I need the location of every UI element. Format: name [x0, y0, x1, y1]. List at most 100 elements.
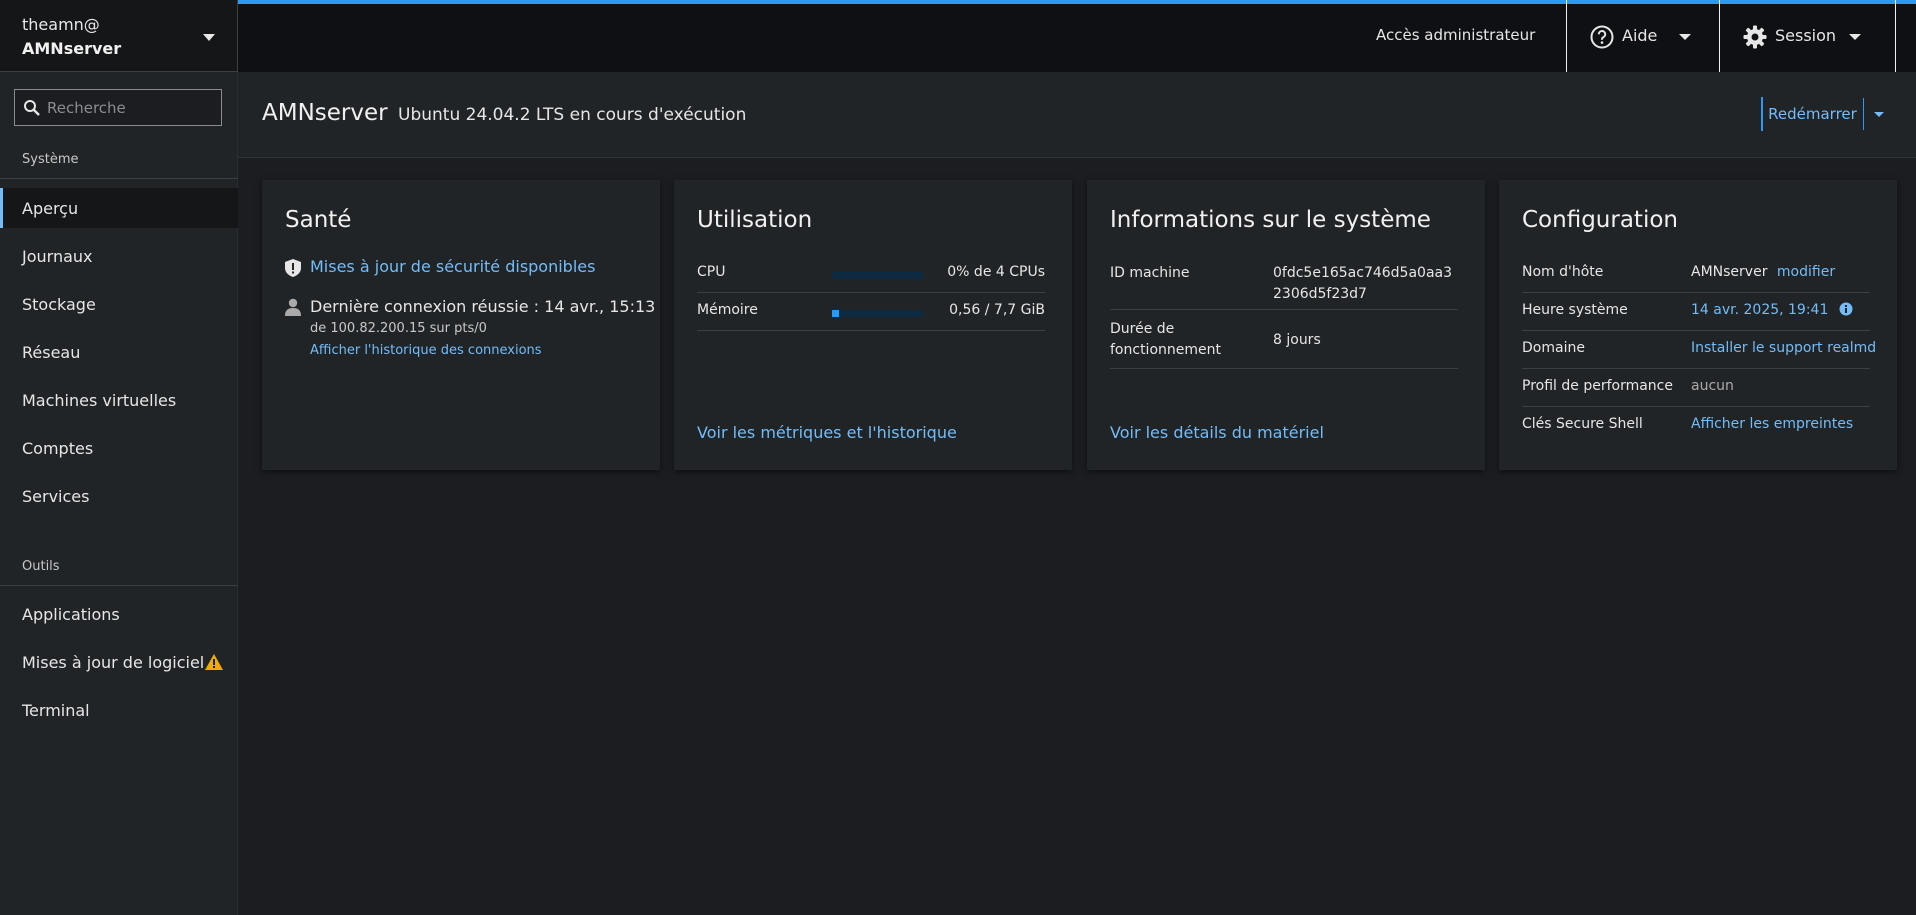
page-subtitle: Ubuntu 24.04.2 LTS en cours d'exécution: [398, 105, 747, 125]
restart-button-group: Redémarrer: [1761, 97, 1884, 131]
sidebar-item-machines-virtuelles[interactable]: Machines virtuelles: [0, 380, 238, 420]
usage-row-cpu: CPU 0% de 4 CPUs: [697, 255, 1045, 293]
sidebar-item-services[interactable]: Services: [0, 476, 238, 516]
last-login-text: Dernière connexion réussie : 14 avr., 15…: [310, 297, 656, 316]
sidebar-item-label: Réseau: [22, 343, 81, 362]
memory-progress-fill: [832, 310, 839, 317]
health-card: Santé Mises à jour de sécurité disponibl…: [262, 180, 660, 470]
usage-row-value: 0% de 4 CPUs: [947, 264, 1045, 280]
gear-icon: [1743, 25, 1767, 49]
host-switcher-user: theamn@: [22, 15, 100, 34]
nav-section-label: Système: [22, 152, 79, 167]
card-title: Configuration: [1522, 207, 1678, 233]
caret-down-icon: [1874, 112, 1884, 117]
caret-down-icon: [1679, 34, 1691, 40]
user-icon: [285, 298, 301, 316]
search-icon: [24, 100, 40, 116]
hostname-value: AMNserver: [1691, 264, 1768, 280]
cpu-progress-bar: [832, 272, 923, 279]
help-label: Aide: [1622, 26, 1658, 45]
search-input[interactable]: [47, 90, 217, 125]
login-history-link[interactable]: Afficher l'historique des connexions: [310, 343, 542, 358]
realmd-install-link[interactable]: Installer le support realmd: [1691, 340, 1876, 356]
card-title: Santé: [285, 207, 352, 233]
config-row-label: Heure système: [1522, 302, 1628, 318]
config-row-label: Nom d'hôte: [1522, 264, 1604, 280]
usage-row-label: Mémoire: [697, 302, 758, 318]
sidebar-item-comptes[interactable]: Comptes: [0, 428, 238, 468]
ssh-keys-row: Clés Secure Shell Afficher les empreinte…: [1522, 407, 1870, 445]
sidebar-item-label: Machines virtuelles: [22, 391, 177, 410]
sidebar-item-journaux[interactable]: Journaux: [0, 236, 238, 276]
sidebar-item-label: Stockage: [22, 295, 96, 314]
page-header: AMNserver Ubuntu 24.04.2 LTS en cours d'…: [238, 72, 1916, 158]
caret-down-icon: [1849, 34, 1861, 40]
performance-profile-button[interactable]: aucun: [1691, 378, 1734, 394]
top-bar: Accès administrateur Aide Session: [238, 0, 1916, 76]
machine-id-value: 0fdc5e165ac746d5a0aa32306d5f23d7: [1273, 265, 1453, 302]
restart-button[interactable]: Redémarrer: [1762, 98, 1863, 130]
nav-section-label: Outils: [22, 559, 60, 574]
sidebar-item-apercu[interactable]: Aperçu: [0, 188, 238, 228]
sidebar-item-label: Applications: [22, 605, 120, 624]
memory-progress-bar: [832, 310, 923, 317]
caret-down-icon: [203, 34, 215, 41]
last-login-origin: de 100.82.200.15 sur pts/0: [310, 321, 487, 336]
usage-card: Utilisation CPU 0% de 4 CPUs Mémoire 0,5…: [674, 180, 1072, 470]
sidebar-item-applications[interactable]: Applications: [0, 594, 238, 634]
sidebar-item-label: Services: [22, 487, 90, 506]
machine-id-row: ID machine 0fdc5e165ac746d5a0aa32306d5f2…: [1110, 255, 1458, 310]
usage-row-memory: Mémoire 0,56 / 7,7 GiB: [697, 293, 1045, 331]
sidebar: theamn@ AMNserver Système Aperçu Journau…: [0, 0, 238, 915]
system-info-card: Informations sur le système ID machine 0…: [1087, 180, 1485, 470]
hostname-row: Nom d'hôte AMNserver modifier: [1522, 255, 1870, 293]
config-row-label: Clés Secure Shell: [1522, 416, 1643, 432]
host-switcher-host: AMNserver: [22, 39, 122, 58]
nav-section-tools: Outils: [0, 559, 238, 586]
nav-section-system: Système: [0, 152, 238, 179]
security-updates-link[interactable]: Mises à jour de sécurité disponibles: [310, 257, 595, 276]
system-time-link[interactable]: 14 avr. 2025, 19:41: [1691, 302, 1828, 318]
sidebar-item-stockage[interactable]: Stockage: [0, 284, 238, 324]
sidebar-item-reseau[interactable]: Réseau: [0, 332, 238, 372]
usage-row-value: 0,56 / 7,7 GiB: [949, 302, 1045, 318]
sidebar-item-label: Aperçu: [22, 199, 79, 218]
sidebar-item-label: Mises à jour de logiciel: [22, 653, 205, 672]
page-title: AMNserver: [262, 100, 388, 126]
warning-icon: [205, 654, 223, 670]
card-title: Informations sur le système: [1110, 207, 1431, 233]
domain-row: Domaine Installer le support realmd: [1522, 331, 1876, 369]
config-row-label: Domaine: [1522, 340, 1585, 356]
configuration-card: Configuration Nom d'hôte AMNserver modif…: [1499, 180, 1897, 470]
metrics-history-link[interactable]: Voir les métriques et l'historique: [697, 423, 957, 442]
info-row-label: Durée de fonctionnement: [1110, 321, 1221, 358]
session-menu-button[interactable]: Session: [1719, 0, 1896, 76]
info-row-label: ID machine: [1110, 265, 1190, 281]
help-menu-button[interactable]: Aide: [1566, 0, 1719, 76]
help-icon: [1590, 25, 1614, 49]
sidebar-item-mises-a-jour[interactable]: Mises à jour de logiciel: [0, 642, 238, 682]
hostname-edit-link[interactable]: modifier: [1777, 264, 1835, 280]
usage-row-label: CPU: [697, 264, 726, 280]
info-icon: [1839, 302, 1853, 316]
search-box: [14, 89, 222, 126]
card-title: Utilisation: [697, 207, 813, 233]
system-time-row: Heure système 14 avr. 2025, 19:41: [1522, 293, 1870, 331]
restart-dropdown-toggle[interactable]: [1863, 98, 1894, 130]
session-label: Session: [1775, 26, 1837, 45]
hardware-details-link[interactable]: Voir les détails du matériel: [1110, 423, 1324, 442]
shield-icon: [285, 259, 301, 277]
sidebar-item-label: Journaux: [22, 247, 93, 266]
uptime-value: 8 jours: [1273, 332, 1321, 348]
performance-profile-row: Profil de performance aucun: [1522, 369, 1870, 407]
ssh-fingerprints-link[interactable]: Afficher les empreintes: [1691, 416, 1853, 432]
sidebar-item-label: Comptes: [22, 439, 94, 458]
config-row-label: Profil de performance: [1522, 378, 1673, 394]
admin-access-button[interactable]: Accès administrateur: [1376, 26, 1535, 54]
sidebar-item-terminal[interactable]: Terminal: [0, 690, 238, 730]
sidebar-item-label: Terminal: [22, 701, 90, 720]
config-row-value: 14 avr. 2025, 19:41: [1691, 302, 1853, 318]
config-row-value: AMNserver modifier: [1691, 264, 1835, 280]
uptime-row: Durée de fonctionnement 8 jours: [1110, 310, 1458, 369]
host-switcher[interactable]: theamn@ AMNserver: [0, 0, 238, 72]
